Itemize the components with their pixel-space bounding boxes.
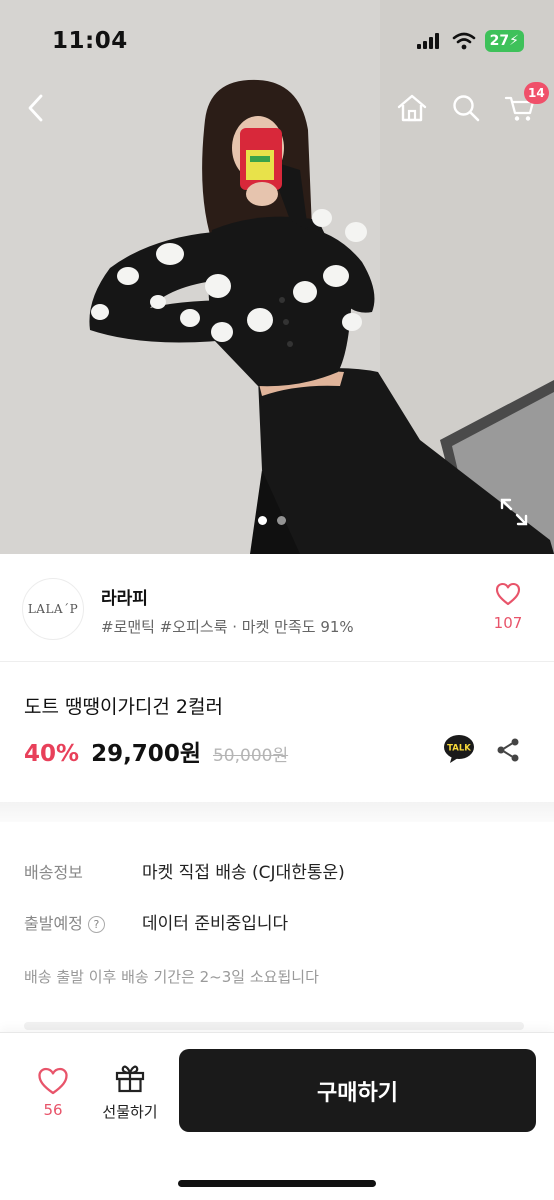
pagination-dot[interactable] [277,516,286,525]
shipping-info: 배송정보 마켓 직접 배송 (CJ대한통운) 출발예정? 데이터 준비중입니다 … [0,822,554,1032]
gift-icon [115,1065,145,1093]
status-time: 11:04 [52,28,128,54]
battery-level: 27 [489,33,510,49]
product-image-gallery[interactable]: 11:04 27⚡ 14 [0,0,554,554]
departure-value: 데이터 준비중입니다 [142,914,289,934]
talk-chat-icon: TALK [444,735,474,763]
discount-rate: 40% [24,741,80,767]
home-button[interactable] [390,86,434,130]
sale-price: 29,700원 [91,741,201,767]
seller-logo[interactable]: LALA´P [22,578,84,640]
chevron-left-icon [28,94,43,122]
departure-label-wrap: 출발예정? [24,910,105,934]
search-button[interactable] [444,86,488,130]
signal-icon [416,33,439,49]
status-icons: 27⚡ [416,30,524,52]
heart-icon [38,1067,68,1095]
cart-button[interactable]: 14 [498,82,549,130]
kakao-talk-button[interactable]: TALK [443,734,475,764]
seller-like-button[interactable]: 107 [488,582,528,632]
gallery-pagination [258,516,286,525]
product-summary: 도트 땡땡이가디건 2컬러 40% 29,700원 50,000원 TALK [0,662,554,802]
buy-button[interactable]: 구매하기 [179,1049,536,1132]
share-icon [497,738,519,762]
status-bar: 11:04 27⚡ [0,0,554,80]
seller-name[interactable]: 라라피 [101,584,148,609]
pagination-dot-active[interactable] [258,516,267,525]
talk-label: TALK [447,744,471,754]
home-indicator[interactable] [178,1180,376,1187]
section-divider [0,802,554,822]
price-row: 40% 29,700원 50,000원 [24,734,288,768]
like-button[interactable]: 56 [30,1067,76,1119]
gift-label: 선물하기 [102,1103,158,1121]
like-count: 56 [43,1101,63,1119]
seller-tags: #로맨틱 #오피스룩 · 마켓 만족도 91% [101,618,354,636]
seller-info[interactable]: LALA´P 라라피 #로맨틱 #오피스룩 · 마켓 만족도 91% 107 [0,554,554,662]
shipping-info-label: 배송정보 [24,863,83,882]
shipping-note: 배송 출발 이후 배송 기간은 2~3일 소요됩니다 [24,968,319,986]
product-title: 도트 땡땡이가디건 2컬러 [24,696,223,718]
gift-button[interactable]: 선물하기 [96,1063,164,1122]
help-icon[interactable]: ? [87,916,105,933]
product-photo [0,0,554,554]
back-button[interactable] [14,86,58,130]
wifi-icon [452,32,475,50]
fullscreen-button[interactable] [496,494,532,530]
search-icon [453,95,480,122]
seller-like-count: 107 [493,614,523,632]
content-divider [24,1022,524,1030]
share-button[interactable] [494,736,522,764]
original-price: 50,000원 [212,746,289,766]
battery-indicator: 27⚡ [484,30,524,52]
cart-count-badge: 14 [524,82,549,104]
expand-icon [500,498,528,526]
home-icon [397,94,427,122]
heart-icon [495,582,521,606]
shipping-info-value: 마켓 직접 배송 (CJ대한통운) [142,863,345,883]
departure-label: 출발예정 [24,914,83,933]
bottom-action-bar: 56 선물하기 구매하기 [0,1032,554,1200]
